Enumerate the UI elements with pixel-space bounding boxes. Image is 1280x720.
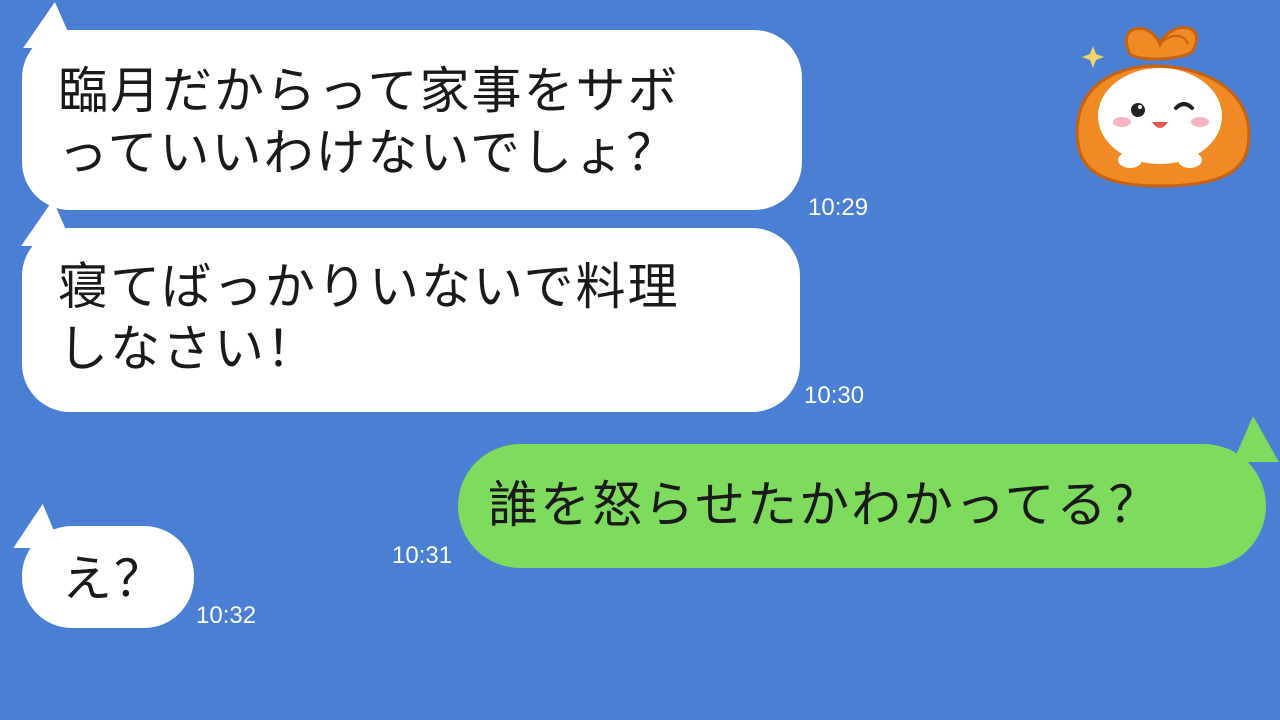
outgoing-message-bubble[interactable]: 誰を怒らせたかわかってる？ [458,444,1266,568]
message-timestamp: 10:31 [392,542,453,569]
incoming-message-bubble[interactable]: え？ [22,526,194,628]
message-timestamp: 10:30 [804,382,865,409]
incoming-message-bubble[interactable]: 臨月だからって家事をサボ っていいわけないでしょ？ [22,30,802,210]
message-timestamp: 10:29 [808,194,869,221]
chat-area: 臨月だからって家事をサボ っていいわけないでしょ？ 10:29 寝てばっかりいな… [0,0,1280,720]
orange-furoshiki-mascot-icon [1075,26,1251,188]
incoming-message-bubble[interactable]: 寝てばっかりいないで料理 しなさい！ [22,228,800,412]
message-timestamp: 10:32 [196,602,257,629]
